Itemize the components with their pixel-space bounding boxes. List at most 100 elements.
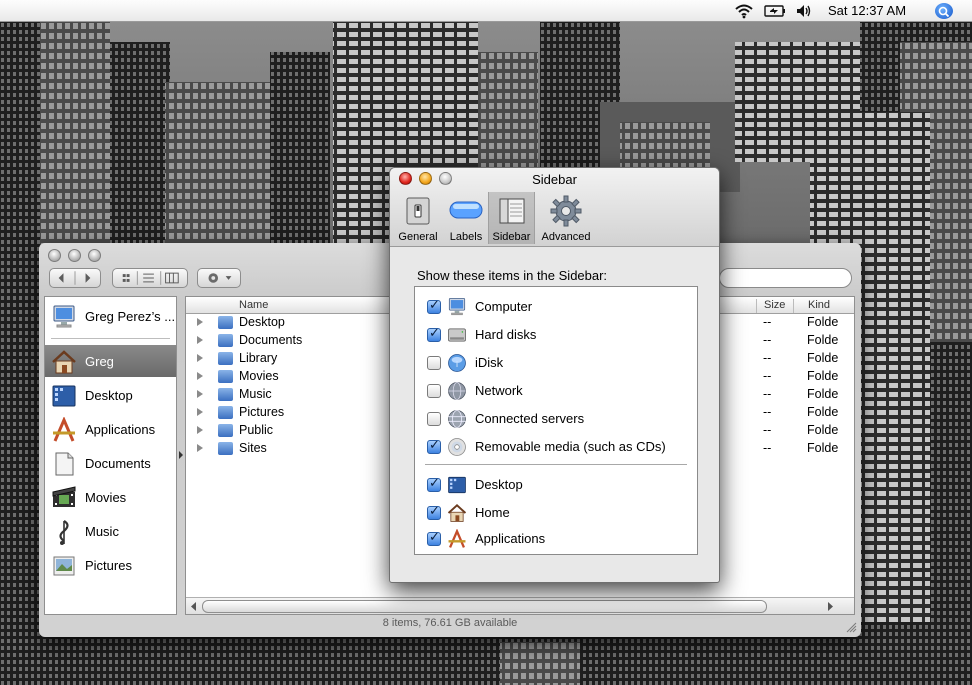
sidebar-item-greg[interactable]: Greg xyxy=(45,345,176,377)
spotlight-icon[interactable] xyxy=(935,3,953,19)
sidebar-divider xyxy=(51,338,170,339)
sidebar-item-greg-perez-s[interactable]: Greg Perez’s ... xyxy=(45,300,176,332)
checkbox[interactable] xyxy=(427,504,441,520)
checkbox[interactable] xyxy=(427,384,441,398)
disclosure-triangle-icon[interactable] xyxy=(197,318,203,326)
back-forward-arrows-icon xyxy=(58,271,91,285)
resize-grip-icon[interactable] xyxy=(846,622,857,633)
desktop-icon xyxy=(52,385,76,407)
sidebar-item-label: Greg Perez’s ... xyxy=(85,309,176,324)
file-name: Music xyxy=(239,387,272,401)
splitter-handle-icon[interactable] xyxy=(178,451,184,459)
applications-icon xyxy=(448,528,466,548)
menubar-clock[interactable]: Sat 12:37 AM xyxy=(828,3,906,19)
column-header-name[interactable]: Name xyxy=(239,299,268,311)
sidebar-item-applications[interactable]: Applications xyxy=(45,413,176,445)
close-button[interactable] xyxy=(48,249,61,262)
volume-icon[interactable] xyxy=(795,3,813,19)
option-desktop[interactable]: Desktop xyxy=(427,474,687,496)
checkbox[interactable] xyxy=(427,438,441,454)
tab-sidebar[interactable]: Sidebar xyxy=(488,192,535,244)
home-icon xyxy=(52,350,76,374)
scroll-left-icon[interactable] xyxy=(190,602,198,611)
tab-labels[interactable]: Labels xyxy=(444,192,488,244)
sidebar-preferences-window: Sidebar General Labels Sidebar Advanced … xyxy=(389,167,720,583)
options-divider xyxy=(425,464,687,465)
disclosure-triangle-icon[interactable] xyxy=(197,426,203,434)
status-bar: 8 items, 76.61 GB available xyxy=(382,617,518,629)
sidebar-item-music[interactable]: Music xyxy=(45,515,176,547)
file-size: -- xyxy=(763,423,772,437)
checkbox[interactable] xyxy=(427,530,441,546)
sidebar-item-documents[interactable]: Documents xyxy=(45,447,176,479)
checkbox[interactable] xyxy=(427,476,441,492)
menu-bar: Sat 12:37 AM xyxy=(0,0,972,22)
option-removable-media-such-as-cds[interactable]: Removable media (such as CDs) xyxy=(427,436,687,458)
checkbox[interactable] xyxy=(427,326,441,342)
disclosure-triangle-icon[interactable] xyxy=(197,372,203,380)
file-name: Library xyxy=(239,351,278,365)
file-kind: Folde xyxy=(807,441,839,455)
file-size: -- xyxy=(763,351,772,365)
sidebar-options-box: Computer Hard disks iiDisk Network Connected… xyxy=(414,286,698,555)
sidebar-item-icon xyxy=(51,349,77,375)
disclosure-triangle-icon[interactable] xyxy=(197,336,203,344)
option-applications[interactable]: Applications xyxy=(427,528,687,550)
checkbox[interactable] xyxy=(427,356,441,370)
sidebar-item-label: Applications xyxy=(85,422,156,437)
option-label: Home xyxy=(475,505,510,520)
gear-icon xyxy=(550,195,582,227)
file-size: -- xyxy=(763,441,772,455)
option-connected-servers[interactable]: Connected servers xyxy=(427,408,687,430)
folder-icon xyxy=(218,388,233,401)
file-name: Sites xyxy=(239,441,267,455)
computer-icon xyxy=(448,298,466,316)
horizontal-scrollbar[interactable] xyxy=(186,597,854,614)
view-mode-buttons[interactable] xyxy=(112,268,188,288)
scroll-right-icon[interactable] xyxy=(826,602,834,611)
option-computer[interactable]: Computer xyxy=(427,296,687,318)
back-forward-buttons[interactable] xyxy=(49,268,101,288)
option-icon xyxy=(447,325,467,345)
option-label: iDisk xyxy=(475,355,504,370)
folder-icon xyxy=(218,370,233,383)
pictures-icon xyxy=(53,556,75,576)
option-idisk[interactable]: i iDisk xyxy=(427,352,687,374)
applications-icon xyxy=(53,416,75,442)
documents-icon xyxy=(55,452,74,476)
sidebar-item-icon xyxy=(51,451,77,477)
scrollbar-thumb[interactable] xyxy=(202,600,767,613)
sidebar-item-desktop[interactable]: Desktop xyxy=(45,379,176,411)
desktop-icon xyxy=(448,476,466,494)
tab-general[interactable]: General xyxy=(395,192,441,244)
minimize-button[interactable] xyxy=(68,249,81,262)
battery-icon[interactable] xyxy=(764,3,786,19)
column-header-size[interactable]: Size xyxy=(756,299,785,313)
action-menu-button[interactable] xyxy=(197,268,241,288)
disclosure-triangle-icon[interactable] xyxy=(197,408,203,416)
checkbox[interactable] xyxy=(427,298,441,314)
zoom-button[interactable] xyxy=(88,249,101,262)
sidebar-item-pictures[interactable]: Pictures xyxy=(45,549,176,581)
disclosure-triangle-icon[interactable] xyxy=(197,444,203,452)
wifi-icon[interactable] xyxy=(735,3,753,19)
file-name: Pictures xyxy=(239,405,285,419)
disclosure-triangle-icon[interactable] xyxy=(197,354,203,362)
sidebar-item-label: Documents xyxy=(85,456,151,471)
checkbox[interactable] xyxy=(427,412,441,426)
tab-label: Sidebar xyxy=(492,231,531,243)
option-home[interactable]: Home xyxy=(427,502,687,524)
sidebar-item-icon xyxy=(51,304,77,330)
preferences-titlebar: Sidebar General Labels Sidebar Advanced xyxy=(390,168,719,247)
search-field[interactable] xyxy=(719,268,852,288)
sidebar-item-movies[interactable]: Movies xyxy=(45,481,176,513)
tab-advanced[interactable]: Advanced xyxy=(538,192,594,244)
option-network[interactable]: Network xyxy=(427,380,687,402)
server-icon xyxy=(448,410,466,428)
file-name: Documents xyxy=(239,333,303,347)
sidebar-item-label: Pictures xyxy=(85,558,132,573)
option-hard-disks[interactable]: Hard disks xyxy=(427,324,687,346)
sidebar-item-label: Greg xyxy=(85,354,114,369)
column-header-kind[interactable]: Kind xyxy=(793,299,830,313)
disclosure-triangle-icon[interactable] xyxy=(197,390,203,398)
